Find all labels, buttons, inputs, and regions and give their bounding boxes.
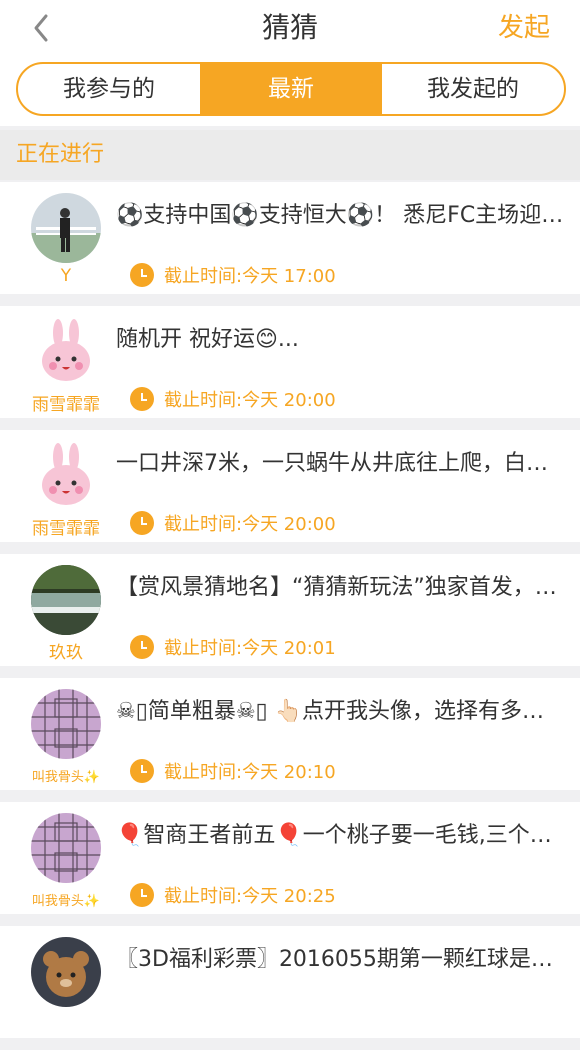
- list-item[interactable]: 叫我骨头✨ ☠▯简单粗暴☠▯ 👆🏻点开我头像，选择有多少个方格 截止时间:今天 …: [0, 678, 580, 790]
- avatar[interactable]: [31, 565, 101, 635]
- username: 叫我骨头✨: [31, 894, 101, 909]
- avatar[interactable]: [31, 937, 101, 1007]
- username: Y: [60, 266, 72, 286]
- avatar[interactable]: [31, 689, 101, 759]
- topic-text: 〖3D福利彩票〗2016055期第一颗红球是多少: [116, 947, 564, 972]
- segmented-tabs: 我参与的 最新 我发起的: [16, 62, 566, 116]
- top-bar: 猜猜 发起: [0, 0, 580, 56]
- deadline: 截止时间:今天 20:10: [130, 758, 336, 784]
- list-item[interactable]: 玖玖 【赏风景猜地名】“猜猜新玩法”独家首发，等你来猜 截止时间:今天 20:0…: [0, 554, 580, 666]
- list-item[interactable]: 雨雪霏霏 随机开 祝好运😊... 截止时间:今天 20:00: [0, 306, 580, 418]
- list-item[interactable]: 叫我骨头✨ 🎈智商王者前五🎈一个桃子要一毛钱,三个桃核换一个桃子 截止时间:今天…: [0, 802, 580, 914]
- tab-initiated[interactable]: 我发起的: [382, 64, 564, 114]
- avatar[interactable]: [31, 193, 101, 263]
- tab-bar-container: 我参与的 最新 我发起的: [0, 56, 580, 126]
- deadline-text: 截止时间:今天 20:00: [164, 514, 336, 535]
- topic-text: 🎈智商王者前五🎈一个桃子要一毛钱,三个桃核换一个桃子: [116, 823, 564, 848]
- topic-text: ⚽支持中国⚽支持恒大⚽！ 悉尼FC主场迎战广州恒大: [116, 203, 564, 228]
- topic-text: ☠▯简单粗暴☠▯ 👆🏻点开我头像，选择有多少个方格: [116, 699, 564, 724]
- deadline: 截止时间:今天 20:01: [130, 634, 336, 660]
- deadline: 截止时间:今天 20:00: [130, 510, 336, 536]
- tab-participated[interactable]: 我参与的: [18, 64, 200, 114]
- list-item[interactable]: 〖3D福利彩票〗2016055期第一颗红球是多少: [0, 926, 580, 1038]
- section-header: 正在进行: [0, 130, 580, 180]
- username: 雨雪霏霏: [32, 519, 100, 539]
- topic-text: 一口井深7米，一只蜗牛从井底往上爬，白天爬3米: [116, 451, 564, 476]
- section-label: 正在进行: [16, 142, 105, 167]
- deadline: 截止时间:今天 20:25: [130, 882, 336, 908]
- page-title: 猜猜: [261, 11, 318, 44]
- avatar[interactable]: [31, 317, 101, 387]
- deadline-text: 截止时间:今天 20:25: [164, 886, 336, 907]
- clock-icon: [130, 635, 154, 659]
- launch-button[interactable]: 发起: [498, 8, 550, 48]
- username: 玖玖: [49, 643, 83, 663]
- guess-list: Y ⚽支持中国⚽支持恒大⚽！ 悉尼FC主场迎战广州恒大 截止时间:今天 17:0…: [0, 182, 580, 1050]
- username: 叫我骨头✨: [31, 770, 101, 785]
- clock-icon: [130, 759, 154, 783]
- avatar[interactable]: [31, 813, 101, 883]
- deadline-text: 截止时间:今天 20:01: [164, 638, 336, 659]
- list-item[interactable]: 雨雪霏霏 一口井深7米，一只蜗牛从井底往上爬，白天爬3米 截止时间:今天 20:…: [0, 430, 580, 542]
- username: 雨雪霏霏: [32, 395, 100, 415]
- list-item[interactable]: Y ⚽支持中国⚽支持恒大⚽！ 悉尼FC主场迎战广州恒大 截止时间:今天 17:0…: [0, 182, 580, 294]
- clock-icon: [130, 263, 154, 287]
- deadline: 截止时间:今天 20:00: [130, 386, 336, 412]
- topic-text: 随机开 祝好运😊...: [116, 327, 299, 352]
- tab-latest[interactable]: 最新: [200, 64, 382, 114]
- topic-text: 【赏风景猜地名】“猜猜新玩法”独家首发，等你来猜: [116, 575, 564, 600]
- avatar[interactable]: [31, 441, 101, 511]
- deadline-text: 截止时间:今天 20:10: [164, 762, 336, 783]
- clock-icon: [130, 511, 154, 535]
- clock-icon: [130, 883, 154, 907]
- clock-icon: [130, 387, 154, 411]
- deadline-text: 截止时间:今天 20:00: [164, 390, 336, 411]
- deadline: 截止时间:今天 17:00: [130, 262, 336, 288]
- deadline-text: 截止时间:今天 17:00: [164, 266, 336, 287]
